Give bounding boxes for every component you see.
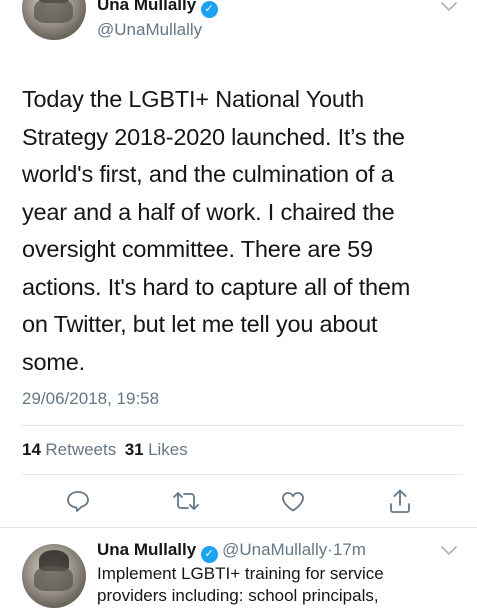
tweet-text-line: world's first, and the culmination of a <box>22 161 394 187</box>
tweet-text-line: Today the LGBTI+ National Youth <box>22 86 364 112</box>
likes-stat[interactable]: 31 Likes <box>124 440 188 459</box>
reply-icon[interactable] <box>66 490 90 512</box>
reply-header: Una Mullally ✓ @UnaMullally·17m <box>97 540 366 563</box>
avatar-face-shape <box>33 565 74 592</box>
tweet-text-line: Strategy 2018-2020 launched. It’s the <box>22 123 405 150</box>
retweets-label: Retweets <box>45 440 117 459</box>
reply-tweet-text: Implement LGBTI+ training for service pr… <box>97 563 467 607</box>
divider <box>22 425 462 426</box>
tweet-text-line: year and a half of work. I chaired the <box>22 198 395 225</box>
tweet-text-line: actions. It's hard to capture all of the… <box>22 273 411 300</box>
tweet-stats: 14 Retweets 31 Likes <box>22 440 188 460</box>
divider <box>22 474 462 475</box>
divider <box>0 527 477 528</box>
tweet-text: Today the LGBTI+ National Youth Strategy… <box>22 81 462 381</box>
author-name[interactable]: Una Mullally <box>97 0 196 14</box>
reply-text-line: Implement LGBTI+ training for service <box>97 564 384 583</box>
likes-label: Likes <box>148 440 188 459</box>
avatar-face-shape <box>33 0 74 24</box>
share-icon[interactable] <box>388 488 412 514</box>
reply-author-handle[interactable]: @UnaMullally <box>222 540 327 559</box>
retweets-count: 14 <box>22 440 41 459</box>
tweet-text-line: on Twitter, but let me tell you about <box>22 311 378 337</box>
reply-author-name[interactable]: Una Mullally <box>97 540 196 559</box>
tweet-text-line: oversight committee. There are 59 <box>22 236 373 262</box>
tweet-timestamp[interactable]: 29/06/2018, 19:58 <box>22 389 159 409</box>
likes-count: 31 <box>124 440 144 459</box>
retweet-icon[interactable] <box>172 491 200 511</box>
retweets-stat[interactable]: 14 Retweets <box>22 440 121 459</box>
avatar[interactable] <box>22 0 86 40</box>
reply-time-ago[interactable]: 17m <box>333 540 366 559</box>
heart-icon[interactable] <box>281 491 305 512</box>
reply-text-line: providers including: school principals, <box>97 586 379 605</box>
chevron-down-icon[interactable] <box>441 2 457 12</box>
verified-badge-icon: ✓ <box>200 546 218 563</box>
author-handle[interactable]: @UnaMullally <box>97 20 202 40</box>
reply-avatar[interactable] <box>22 544 86 608</box>
author-name-row: Una Mullally ✓ <box>97 0 218 18</box>
verified-badge-icon: ✓ <box>200 1 218 18</box>
chevron-down-icon[interactable] <box>441 546 457 556</box>
tweet-text-line: some. <box>22 348 85 375</box>
